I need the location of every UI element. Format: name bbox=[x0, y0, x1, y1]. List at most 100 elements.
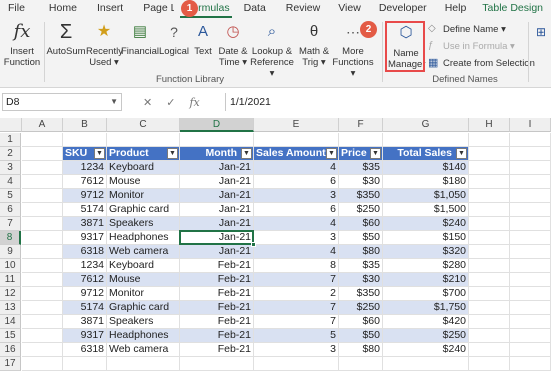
column-header-A[interactable]: A bbox=[22, 118, 63, 132]
table-cell[interactable]: $60 bbox=[339, 315, 383, 329]
table-cell[interactable]: $700 bbox=[383, 287, 469, 301]
cell[interactable] bbox=[22, 315, 63, 329]
table-cell[interactable]: Feb-21 bbox=[180, 301, 254, 315]
table-cell[interactable]: 4 bbox=[254, 245, 339, 259]
table-cell[interactable]: 7 bbox=[254, 315, 339, 329]
row-header-12[interactable]: 12 bbox=[0, 287, 21, 301]
cell[interactable] bbox=[254, 357, 339, 371]
table-header-cell[interactable]: Product ▼ bbox=[107, 147, 180, 161]
table-header-cell[interactable]: SKU ▼ bbox=[63, 147, 107, 161]
cell[interactable] bbox=[339, 357, 383, 371]
recently-used-button[interactable]: ★ Recently Used ▾ bbox=[86, 20, 123, 68]
menu-file[interactable]: File bbox=[0, 0, 33, 18]
table-cell[interactable]: 4 bbox=[254, 161, 339, 175]
table-cell[interactable]: Jan-21 bbox=[180, 203, 254, 217]
table-header-cell[interactable]: Sales Amount ▼ bbox=[254, 147, 339, 161]
cell[interactable] bbox=[22, 273, 63, 287]
cell[interactable] bbox=[469, 301, 510, 315]
math-trig-button[interactable]: θ Math & Trig ▾ bbox=[297, 20, 331, 68]
table-cell[interactable]: 7 bbox=[254, 301, 339, 315]
table-cell[interactable]: Feb-21 bbox=[180, 343, 254, 357]
cell[interactable] bbox=[22, 161, 63, 175]
row-header-15[interactable]: 15 bbox=[0, 329, 21, 343]
cell[interactable] bbox=[469, 175, 510, 189]
formula-auditing-button[interactable]: ⊞ bbox=[532, 20, 550, 46]
table-cell[interactable]: 6 bbox=[254, 175, 339, 189]
row-header-9[interactable]: 9 bbox=[0, 245, 21, 259]
table-cell[interactable]: 6 bbox=[254, 203, 339, 217]
table-cell[interactable]: $1,500 bbox=[383, 203, 469, 217]
menu-review[interactable]: Review bbox=[274, 0, 328, 18]
cell[interactable] bbox=[22, 259, 63, 273]
cell[interactable] bbox=[22, 357, 63, 371]
row-header-14[interactable]: 14 bbox=[0, 315, 21, 329]
table-cell[interactable]: Speakers bbox=[107, 217, 180, 231]
cell[interactable] bbox=[22, 287, 63, 301]
menu-home[interactable]: Home bbox=[33, 0, 85, 18]
table-cell[interactable]: 7612 bbox=[63, 273, 107, 287]
select-all-corner[interactable] bbox=[0, 118, 22, 132]
cell[interactable] bbox=[469, 147, 510, 161]
cell[interactable] bbox=[339, 133, 383, 147]
menu-page-layout[interactable]: Page Layout bbox=[131, 0, 174, 18]
row-header-8[interactable]: 8 bbox=[0, 231, 21, 245]
logical-button[interactable]: ? Logical bbox=[158, 20, 190, 57]
table-cell[interactable]: $350 bbox=[339, 189, 383, 203]
cancel-icon[interactable]: ✕ bbox=[143, 96, 152, 109]
table-cell[interactable]: $80 bbox=[339, 245, 383, 259]
cell[interactable] bbox=[22, 245, 63, 259]
cell[interactable] bbox=[63, 133, 107, 147]
row-header-17[interactable]: 17 bbox=[0, 357, 21, 371]
row-header-16[interactable]: 16 bbox=[0, 343, 21, 357]
menu-table-design[interactable]: Table Design bbox=[474, 0, 551, 18]
table-cell[interactable]: 4 bbox=[254, 217, 339, 231]
filter-dropdown-icon[interactable]: ▼ bbox=[241, 148, 252, 159]
table-cell[interactable]: $250 bbox=[339, 203, 383, 217]
table-cell[interactable]: Jan-21 bbox=[180, 217, 254, 231]
chevron-down-icon[interactable]: ▼ bbox=[110, 94, 118, 110]
table-cell[interactable]: 7 bbox=[254, 273, 339, 287]
table-cell[interactable]: $50 bbox=[339, 329, 383, 343]
table-cell[interactable]: 9317 bbox=[63, 329, 107, 343]
cell[interactable] bbox=[469, 189, 510, 203]
column-header-F[interactable]: F bbox=[339, 118, 383, 132]
table-cell[interactable]: Speakers bbox=[107, 315, 180, 329]
filter-dropdown-icon[interactable]: ▼ bbox=[370, 148, 381, 159]
cell[interactable] bbox=[180, 133, 254, 147]
filter-dropdown-icon[interactable]: ▼ bbox=[94, 148, 105, 159]
table-cell[interactable]: Headphones bbox=[107, 231, 180, 245]
cell[interactable] bbox=[22, 343, 63, 357]
cell[interactable] bbox=[510, 161, 551, 175]
table-cell[interactable]: $1,750 bbox=[383, 301, 469, 315]
row-header-11[interactable]: 11 bbox=[0, 273, 21, 287]
autosum-button[interactable]: Σ AutoSum bbox=[46, 20, 86, 57]
table-cell[interactable]: Keyboard bbox=[107, 259, 180, 273]
row-header-7[interactable]: 7 bbox=[0, 217, 21, 231]
table-cell[interactable]: 3 bbox=[254, 189, 339, 203]
column-header-D[interactable]: D bbox=[180, 118, 254, 132]
table-cell[interactable]: Feb-21 bbox=[180, 287, 254, 301]
cell[interactable] bbox=[510, 245, 551, 259]
row-header-13[interactable]: 13 bbox=[0, 301, 21, 315]
table-cell[interactable]: Feb-21 bbox=[180, 329, 254, 343]
cell[interactable] bbox=[107, 357, 180, 371]
menu-developer[interactable]: Developer bbox=[369, 0, 435, 18]
cell[interactable] bbox=[469, 259, 510, 273]
menu-view[interactable]: View bbox=[328, 0, 369, 18]
table-cell[interactable]: 6318 bbox=[63, 343, 107, 357]
table-cell[interactable]: $240 bbox=[383, 217, 469, 231]
table-cell[interactable]: Web camera bbox=[107, 245, 180, 259]
cell[interactable] bbox=[469, 329, 510, 343]
table-cell[interactable]: Mouse bbox=[107, 273, 180, 287]
cell[interactable] bbox=[383, 357, 469, 371]
filter-dropdown-icon[interactable]: ▼ bbox=[456, 148, 467, 159]
row-header-5[interactable]: 5 bbox=[0, 189, 21, 203]
table-cell[interactable]: $50 bbox=[339, 231, 383, 245]
cell[interactable] bbox=[510, 217, 551, 231]
cell[interactable] bbox=[469, 287, 510, 301]
cell[interactable] bbox=[510, 133, 551, 147]
cell[interactable] bbox=[469, 161, 510, 175]
cell[interactable] bbox=[22, 329, 63, 343]
table-cell[interactable]: $320 bbox=[383, 245, 469, 259]
financial-button[interactable]: ▤ Financial bbox=[121, 20, 159, 57]
